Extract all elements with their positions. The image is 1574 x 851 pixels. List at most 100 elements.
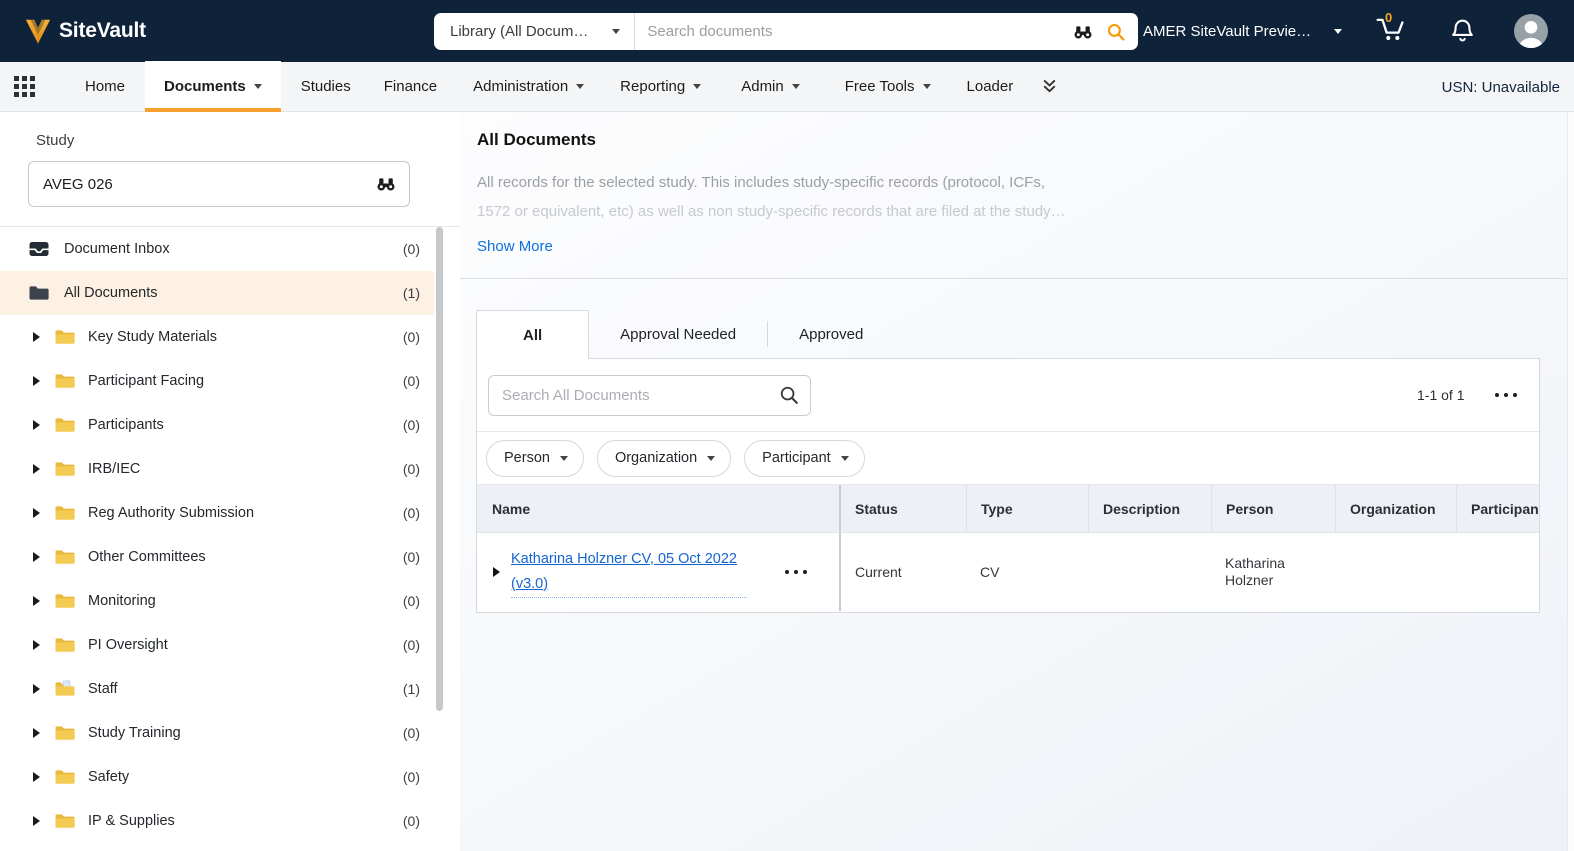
library-scope-label: Library (All Docum… [450, 23, 588, 40]
cell-participant [1456, 533, 1539, 611]
documents-panel: 1-1 of 1 Person Organization Participant… [476, 358, 1540, 613]
library-scope-dropdown[interactable]: Library (All Docum… [434, 13, 634, 50]
expander-triangle-icon[interactable] [33, 464, 40, 474]
expander-triangle-icon[interactable] [33, 640, 40, 650]
col-type[interactable]: Type [966, 485, 1088, 532]
binoculars-icon[interactable] [1072, 23, 1094, 40]
expander-triangle-icon[interactable] [33, 332, 40, 342]
col-name[interactable]: Name [477, 485, 841, 532]
study-search-input[interactable] [28, 161, 410, 207]
tree-folder-staff[interactable]: Staff (1) [0, 667, 434, 711]
tree-folder-irb-iec[interactable]: IRB/IEC (0) [0, 447, 434, 491]
tree-item-document-inbox[interactable]: Document Inbox (0) [0, 227, 434, 271]
nav-studies[interactable]: Studies [301, 78, 351, 95]
nav-admin[interactable]: Admin [741, 78, 800, 95]
tree-item-all-documents[interactable]: All Documents (1) [0, 271, 434, 315]
study-field-label: Study [36, 132, 74, 149]
vault-selector-dropdown[interactable]: AMER SiteVault Previe… [1143, 0, 1342, 62]
global-search-box: Library (All Docum… [434, 13, 1138, 50]
tree-item-label: Document Inbox [64, 241, 403, 257]
nav-administration[interactable]: Administration [473, 78, 584, 95]
page-scrollbar-track[interactable] [1567, 112, 1574, 851]
tab-all[interactable]: All [476, 310, 589, 359]
row-expander-icon[interactable] [493, 567, 500, 577]
nav-documents[interactable]: Documents [145, 61, 281, 112]
filter-organization[interactable]: Organization [597, 440, 731, 477]
binoculars-icon[interactable] [375, 175, 397, 192]
cart-button[interactable]: 0 [1374, 0, 1408, 62]
double-chevron-down-icon [1041, 78, 1058, 95]
nav-reporting[interactable]: Reporting [620, 78, 701, 95]
folder-icon [54, 460, 76, 478]
tree-folder-monitoring[interactable]: Monitoring (0) [0, 579, 434, 623]
cell-organization [1335, 533, 1456, 611]
row-ellipsis-menu-icon[interactable] [785, 566, 808, 579]
filter-participant[interactable]: Participant [744, 440, 865, 477]
folder-doc-icon [54, 680, 76, 698]
table-header: Name Status Type Description Person Orga… [477, 485, 1539, 533]
show-more-link[interactable]: Show More [477, 238, 553, 255]
folder-icon [54, 504, 76, 522]
ellipsis-menu-icon[interactable] [1495, 389, 1518, 402]
cell-person: Katharina Holzner [1225, 555, 1321, 589]
col-status[interactable]: Status [841, 485, 966, 532]
search-documents-input[interactable] [635, 13, 1072, 50]
top-header-bar: SiteVault Library (All Docum… [0, 0, 1574, 62]
expander-triangle-icon[interactable] [33, 772, 40, 782]
caret-down-icon [792, 84, 800, 89]
filter-person[interactable]: Person [486, 440, 584, 477]
tree-item-count: (1) [403, 285, 420, 301]
nav-home[interactable]: Home [85, 78, 125, 95]
tree-folder-safety[interactable]: Safety (0) [0, 755, 434, 799]
search-magnifier-icon[interactable] [779, 385, 800, 406]
nav-loader[interactable]: Loader [967, 78, 1014, 95]
tab-approved[interactable]: Approved [768, 310, 894, 358]
primary-nav: Home Documents Studies Finance Administr… [0, 62, 1574, 112]
expander-triangle-icon[interactable] [33, 596, 40, 606]
nav-overflow[interactable] [1041, 78, 1058, 95]
sidebar-scrollbar-thumb[interactable] [436, 227, 443, 711]
document-tree: Document Inbox (0) All Documents (1) Key… [0, 227, 434, 843]
tree-folder-pi-oversight[interactable]: PI Oversight (0) [0, 623, 434, 667]
brand-name: SiteVault [59, 19, 146, 43]
cart-count-badge: 0 [1385, 10, 1392, 25]
expander-triangle-icon[interactable] [33, 508, 40, 518]
caret-down-icon [576, 84, 584, 89]
folder-icon [54, 592, 76, 610]
tab-approval-needed[interactable]: Approval Needed [589, 310, 767, 358]
caret-down-icon [612, 29, 620, 34]
apps-grid-icon[interactable] [14, 76, 36, 98]
document-link[interactable]: Katharina Holzner CV, 05 Oct 2022 (v3.0) [511, 547, 747, 598]
tree-folder-key-study-materials[interactable]: Key Study Materials (0) [0, 315, 434, 359]
notifications-button[interactable] [1449, 0, 1476, 62]
expander-triangle-icon[interactable] [33, 420, 40, 430]
tree-folder-participant-facing[interactable]: Participant Facing (0) [0, 359, 434, 403]
folder-icon [54, 724, 76, 742]
tree-folder-participants[interactable]: Participants (0) [0, 403, 434, 447]
nav-free-tools[interactable]: Free Tools [845, 78, 931, 95]
col-participant[interactable]: Participant [1456, 485, 1539, 532]
user-avatar[interactable] [1514, 0, 1548, 62]
expander-triangle-icon[interactable] [33, 552, 40, 562]
col-description[interactable]: Description [1088, 485, 1211, 532]
col-person[interactable]: Person [1211, 485, 1335, 532]
cell-status: Current [841, 533, 966, 611]
divider [460, 278, 1574, 279]
tree-folder-reg-authority-submission[interactable]: Reg Authority Submission (0) [0, 491, 434, 535]
search-all-documents-input[interactable] [488, 375, 811, 416]
tree-folder-study-training[interactable]: Study Training (0) [0, 711, 434, 755]
caret-down-icon [254, 84, 262, 89]
expander-triangle-icon[interactable] [33, 728, 40, 738]
expander-triangle-icon[interactable] [33, 376, 40, 386]
expander-triangle-icon[interactable] [33, 816, 40, 826]
nav-finance[interactable]: Finance [384, 78, 437, 95]
caret-down-icon [560, 456, 568, 461]
tree-folder-other-committees[interactable]: Other Committees (0) [0, 535, 434, 579]
tree-folder-ip-supplies[interactable]: IP & Supplies (0) [0, 799, 434, 843]
expander-triangle-icon[interactable] [33, 684, 40, 694]
col-organization[interactable]: Organization [1335, 485, 1456, 532]
tree-item-label: All Documents [64, 285, 403, 301]
search-magnifier-icon[interactable] [1106, 22, 1126, 42]
folder-icon [54, 636, 76, 654]
folder-icon [54, 548, 76, 566]
